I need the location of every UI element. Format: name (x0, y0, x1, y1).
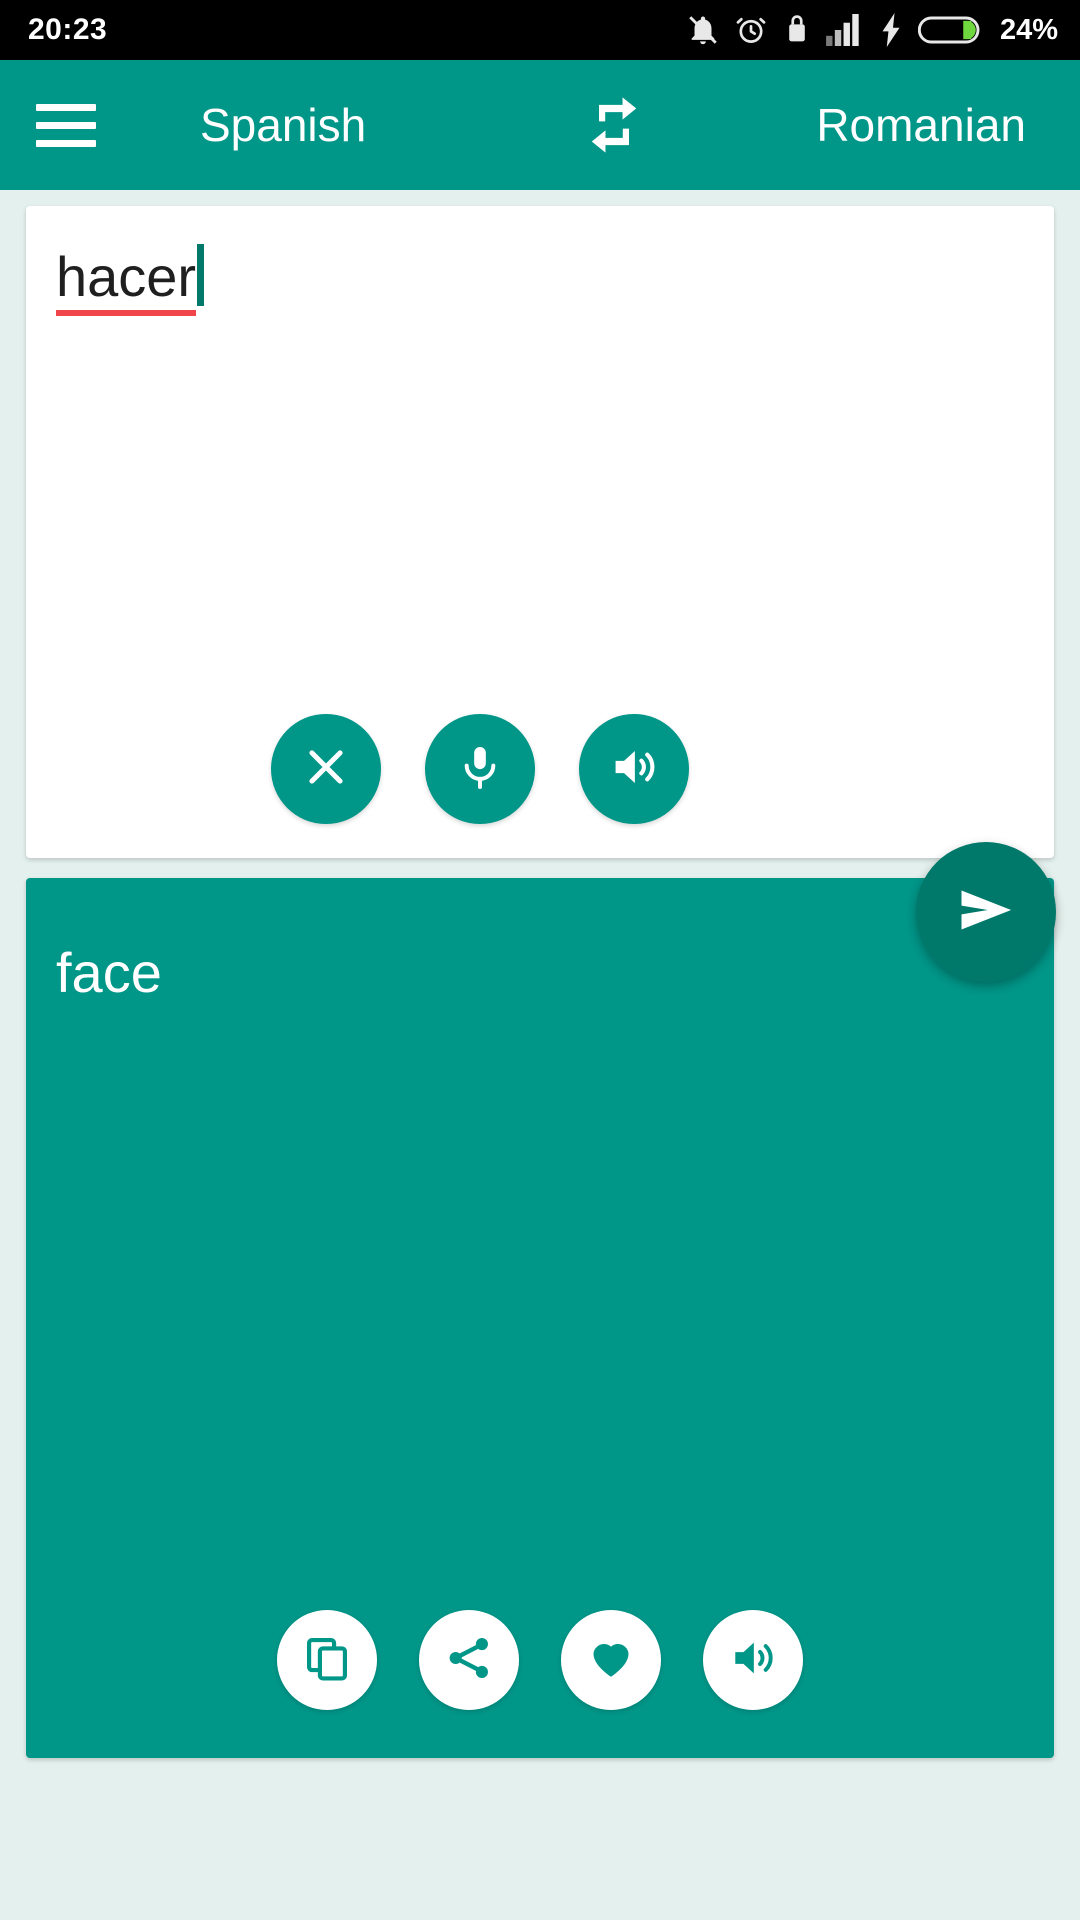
signal-bars-icon (826, 14, 864, 46)
source-input-line[interactable]: hacer (56, 244, 205, 316)
copy-icon (302, 1633, 352, 1688)
swap-languages-icon[interactable] (582, 93, 646, 157)
microphone-icon (455, 742, 505, 797)
status-time: 20:23 (28, 13, 108, 46)
target-text-panel[interactable]: face (26, 878, 1054, 1758)
source-language-selector[interactable]: Spanish (200, 98, 366, 152)
source-text-panel[interactable]: hacer (26, 206, 1054, 858)
share-button[interactable] (419, 1610, 519, 1710)
speak-target-button[interactable] (703, 1610, 803, 1710)
share-icon (444, 1633, 494, 1688)
voice-input-button[interactable] (425, 714, 535, 824)
copy-button[interactable] (277, 1610, 377, 1710)
favorite-button[interactable] (561, 1610, 661, 1710)
bell-muted-icon (686, 13, 720, 47)
send-icon (951, 875, 1021, 950)
speak-source-button[interactable] (579, 714, 689, 824)
source-text-input[interactable]: hacer (56, 247, 197, 316)
speaker-icon (728, 1633, 778, 1688)
source-action-bar (26, 714, 1054, 824)
charging-bolt-icon (878, 13, 904, 47)
close-icon (300, 741, 352, 798)
send-button[interactable] (916, 842, 1056, 982)
alarm-clock-icon (734, 13, 768, 47)
heart-icon (586, 1633, 636, 1688)
usb-lock-icon (782, 13, 812, 47)
target-action-bar (26, 1610, 1054, 1710)
target-language-selector[interactable]: Romanian (816, 98, 1026, 152)
battery-percentage: 24% (999, 13, 1058, 46)
status-icons: 24% (686, 13, 1058, 47)
battery-icon (917, 14, 982, 46)
hamburger-menu-icon[interactable] (36, 90, 106, 160)
text-caret (197, 244, 205, 306)
main-content: hacer face (0, 206, 1080, 1920)
speaker-icon (608, 741, 660, 798)
translated-text: face (56, 941, 162, 1004)
status-bar: 20:23 24% (0, 0, 1080, 60)
app-bar: Spanish Romanian (0, 60, 1080, 190)
clear-button[interactable] (271, 714, 381, 824)
